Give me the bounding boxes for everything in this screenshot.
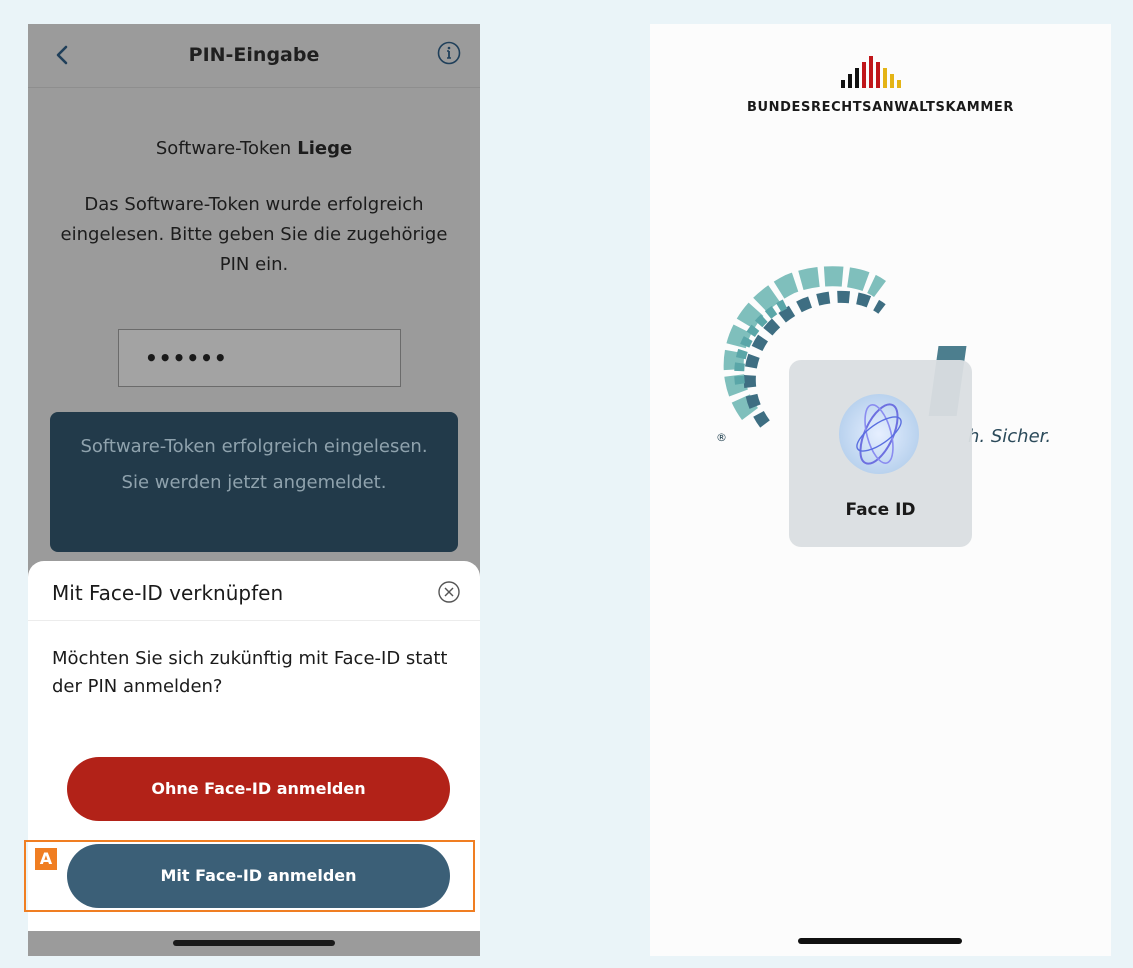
info-circle-icon[interactable] — [436, 40, 462, 66]
pin-input[interactable]: •••••• — [118, 329, 401, 387]
instruction-text: Das Software-Token wurde erfolgreich ein… — [60, 194, 448, 275]
success-toast: Software-Token erfolgreich eingelesen. S… — [50, 412, 458, 552]
brand-name: BUNDESRECHTSANWALTSKAMMER — [747, 100, 1014, 115]
sheet-title: Mit Face-ID verknüpfen — [52, 581, 284, 605]
nav-bar: PIN-Eingabe — [28, 24, 480, 88]
pin-masked-value: •••••• — [145, 346, 228, 370]
sheet-question: Möchten Sie sich zukünftig mit Face-ID s… — [52, 648, 448, 697]
face-id-icon — [839, 394, 919, 474]
login-without-faceid-button[interactable]: Ohne Face-ID anmelden — [67, 757, 450, 821]
annotation-box — [24, 840, 475, 912]
home-indicator-area — [28, 931, 480, 956]
token-line: Software-Token Liege — [28, 138, 480, 159]
close-circle-icon[interactable] — [436, 579, 462, 605]
right-phone-screen: BUNDESRECHTSANWALTSKAMMER ® h. Sicher. F… — [650, 24, 1111, 956]
sheet-header: Mit Face-ID verknüpfen — [28, 561, 480, 621]
faceid-label: Face ID — [845, 500, 916, 520]
registered-mark: ® — [716, 431, 727, 444]
token-label: Software-Token — [155, 138, 292, 159]
brak-logo-icon — [841, 56, 901, 88]
token-name: Liege — [297, 138, 353, 159]
left-phone-screen: PIN-Eingabe Software-Token Liege Das Soft… — [28, 24, 480, 956]
home-indicator — [173, 940, 335, 946]
page-title: PIN-Eingabe — [188, 44, 320, 66]
faceid-overlay: Face ID — [789, 360, 972, 547]
annotation-label: A — [35, 848, 57, 870]
tagline: h. Sicher. — [968, 426, 1052, 447]
home-indicator — [798, 938, 962, 944]
